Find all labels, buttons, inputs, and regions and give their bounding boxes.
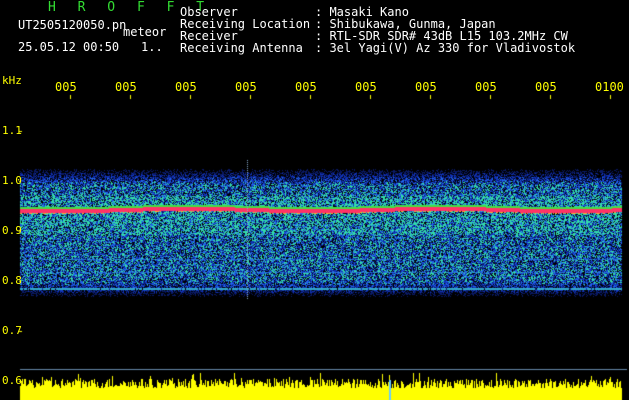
y-tick-label: 0.8	[2, 274, 22, 287]
waterfall-spectrogram	[0, 0, 629, 400]
time-tick-label: 005	[415, 80, 437, 94]
time-tick-label: 005	[535, 80, 557, 94]
time-tick-label: 005	[115, 80, 137, 94]
datetime-label: 25.05.12 00:50	[18, 40, 120, 54]
time-tick-label: 005	[55, 80, 77, 94]
spectrogram-window: H R O F F T UT2505120050.pn meteor 25.05…	[0, 0, 629, 400]
filename-label: UT2505120050.pn	[18, 18, 127, 32]
time-tick-label: 005	[355, 80, 377, 94]
time-tick-label: 0100	[595, 80, 624, 94]
time-tick-label: 005	[175, 80, 197, 94]
antenna-value: : 3el Yagi(V) Az 330 for Vladivostok	[315, 41, 576, 55]
index-label: 1..	[141, 40, 163, 54]
time-tick-label: 005	[295, 80, 317, 94]
y-tick-label: 0.7	[2, 324, 22, 337]
y-tick-label: 0.6	[2, 374, 22, 387]
y-tick-label: 1.0	[2, 174, 22, 187]
time-tick-label: 005	[475, 80, 497, 94]
antenna-label: Receiving Antenna	[180, 41, 303, 55]
axis-unit: kHz	[2, 74, 22, 87]
mode-label: meteor	[123, 25, 167, 39]
y-tick-label: 1.1	[2, 124, 22, 137]
y-tick-label: 0.9	[2, 224, 22, 237]
time-tick-label: 005	[235, 80, 257, 94]
